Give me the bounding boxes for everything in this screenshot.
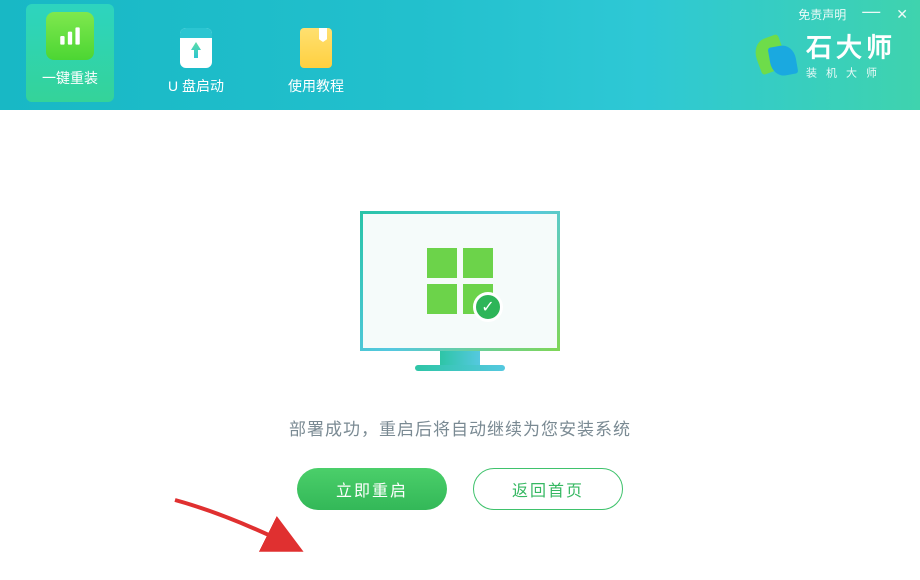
close-button[interactable]: ✕ bbox=[896, 6, 908, 23]
brand-logo-block: 石大师 装机大师 bbox=[752, 34, 896, 81]
usb-icon bbox=[180, 28, 212, 68]
annotation-arrow bbox=[170, 495, 310, 565]
windows-logo-icon: ✓ bbox=[427, 248, 493, 314]
brand-logo-icon bbox=[752, 34, 798, 80]
tab-bar: 一键重装 U 盘启动 使用教程 bbox=[0, 0, 354, 110]
window-controls: 免责声明 — ✕ bbox=[798, 6, 908, 23]
brand-subtitle: 装机大师 bbox=[806, 64, 896, 80]
tab-tutorial[interactable]: 使用教程 bbox=[278, 18, 354, 110]
reinstall-icon bbox=[46, 12, 94, 60]
disclaimer-link[interactable]: 免责声明 bbox=[798, 6, 846, 23]
tab-reinstall[interactable]: 一键重装 bbox=[26, 4, 114, 102]
tab-label: 一键重装 bbox=[42, 68, 98, 88]
brand-title: 石大师 bbox=[806, 34, 896, 63]
check-badge-icon: ✓ bbox=[473, 292, 503, 322]
tab-label: 使用教程 bbox=[288, 76, 344, 96]
app-window: 免责声明 — ✕ 一键重装 U 盘启动 使用教程 bbox=[0, 0, 920, 580]
restart-button[interactable]: 立即重启 bbox=[297, 468, 447, 510]
tab-usb-boot[interactable]: U 盘启动 bbox=[158, 18, 234, 110]
action-buttons: 立即重启 返回首页 bbox=[297, 468, 623, 510]
minimize-button[interactable]: — bbox=[862, 6, 880, 16]
tab-label: U 盘启动 bbox=[168, 76, 224, 96]
success-illustration: ✓ bbox=[360, 211, 560, 371]
home-button[interactable]: 返回首页 bbox=[473, 468, 623, 510]
status-text: 部署成功，重启后将自动继续为您安装系统 bbox=[289, 415, 631, 440]
content-area: ✓ 部署成功，重启后将自动继续为您安装系统 立即重启 返回首页 bbox=[0, 110, 920, 580]
header-bar: 免责声明 — ✕ 一键重装 U 盘启动 使用教程 bbox=[0, 0, 920, 110]
tutorial-icon bbox=[300, 28, 332, 68]
